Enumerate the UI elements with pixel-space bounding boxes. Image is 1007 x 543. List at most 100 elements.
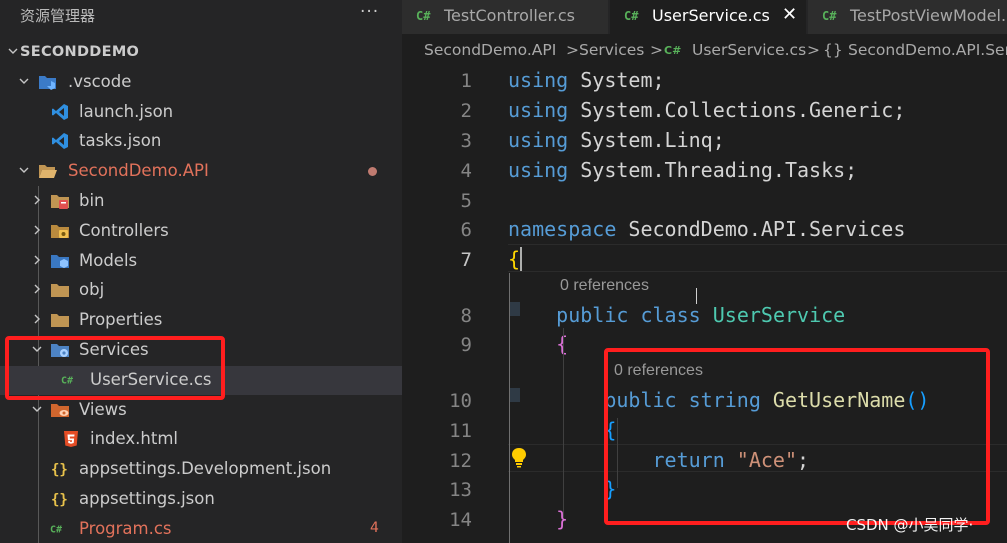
csharp-icon: C# [624, 9, 639, 23]
tree-item-label: .vscode [68, 71, 132, 91]
svg-text:{}: {} [51, 462, 68, 478]
code-token: public [556, 303, 629, 327]
code-token: System.Threading.Tasks; [568, 158, 858, 182]
tab-label: UserService.cs [652, 6, 770, 25]
text-cursor [520, 247, 522, 271]
line-number: 9 [460, 334, 472, 356]
breadcrumb-separator: > [807, 41, 820, 59]
tree-item-seconddemo-api[interactable]: SecondDemo.API [0, 157, 402, 186]
chevron-right-icon[interactable] [30, 312, 44, 326]
namespace-icon: {} [823, 41, 843, 59]
json-file-icon: {} [50, 490, 70, 508]
tree-item-launch-json[interactable]: launch.json [0, 98, 402, 127]
chevron-right-icon[interactable] [30, 282, 44, 296]
tree-item-label: Controllers [79, 220, 169, 240]
tree-item-properties[interactable]: Properties [0, 306, 402, 335]
line-number: 8 [460, 305, 472, 327]
tree-item-seconddemo[interactable]: SECONDDEMO [0, 38, 402, 67]
folder-bin-icon [50, 192, 70, 210]
code-token: using [508, 128, 569, 152]
tree-item-label: index.html [90, 429, 178, 449]
chevron-right-icon[interactable] [30, 253, 44, 267]
code-line: using System; [508, 68, 665, 92]
close-tab-icon[interactable]: ✕ [782, 4, 797, 25]
tree-item-program-cs[interactable]: C# Program.cs 4 [0, 515, 402, 543]
code-line: { [508, 247, 520, 271]
chevron-down-icon[interactable] [17, 74, 31, 88]
tree-item-label: tasks.json [79, 131, 162, 151]
code-line: } [508, 507, 568, 531]
vscode-file-icon [50, 103, 70, 121]
lightbulb-icon[interactable] [510, 446, 528, 468]
code-token: class [640, 303, 701, 327]
tree-item-label: Models [79, 250, 138, 270]
tree-item-label: SecondDemo.API [68, 161, 209, 181]
line-number: 5 [460, 190, 472, 212]
code-token: System.Collections.Generic; [568, 98, 906, 122]
line-number: 1 [460, 70, 472, 92]
highlight-box-method [604, 348, 990, 525]
folder-icon [50, 281, 70, 299]
tree-item-controllers[interactable]: Controllers [0, 217, 402, 246]
chevron-right-icon[interactable] [30, 193, 44, 207]
breadcrumb-folder[interactable]: Services [579, 41, 644, 59]
chevron-down-icon[interactable] [17, 163, 31, 177]
tree-item-label: bin [79, 191, 105, 210]
svg-text:C#: C# [50, 524, 62, 535]
tree-item-bin[interactable]: bin [0, 187, 402, 216]
tab-label: TestPostViewModel.cs [850, 6, 1007, 25]
tree-item-tasks-json[interactable]: tasks.json [0, 127, 402, 156]
tab-userservice[interactable]: C# UserService.cs ✕ [610, 0, 806, 34]
code-token: UserService [712, 303, 846, 327]
tree-item-appsettings-json[interactable]: {} appsettings.json [0, 485, 402, 514]
chevron-down-icon[interactable] [6, 44, 20, 58]
breadcrumb-namespace[interactable]: SecondDemo.API.Services [848, 41, 1007, 59]
mouse-ibeam-icon [696, 288, 697, 304]
code-token: using [508, 98, 569, 122]
code-token: namespace [508, 217, 617, 241]
code-line: using System.Linq; [508, 128, 725, 152]
code-token: System; [568, 68, 665, 92]
breadcrumb-separator: > [650, 41, 663, 59]
explorer-sidebar: 资源管理器 ··· SECONDDEMO .vscode launch.json ta… [0, 0, 402, 543]
current-line-highlight [508, 244, 1007, 272]
tree-item-vscode[interactable]: .vscode [0, 68, 402, 97]
tree-item-label: Properties [79, 310, 163, 330]
code-line: using System.Threading.Tasks; [508, 158, 857, 182]
tree-item-obj[interactable]: obj [0, 276, 402, 305]
tab-bar: C# TestController.cs C# UserService.cs ✕… [402, 0, 1007, 34]
breadcrumb-project[interactable]: SecondDemo.API [424, 41, 556, 59]
more-actions-icon[interactable]: ··· [360, 2, 379, 22]
tree-item-label: appsettings.json [79, 489, 215, 508]
tab-testcontroller[interactable]: C# TestController.cs [402, 0, 608, 34]
tree-item-label: obj [79, 280, 105, 300]
explorer-title: 资源管理器 [20, 7, 96, 25]
code-line: namespace SecondDemo.API.Services [508, 217, 905, 241]
chevron-down-icon[interactable] [30, 402, 44, 416]
vscode-file-icon [50, 132, 70, 150]
folder-open-icon [38, 162, 58, 180]
modified-dot-icon [368, 167, 377, 177]
csharp-icon: C# [822, 9, 837, 23]
line-number: 4 [460, 160, 472, 182]
breadcrumb: SecondDemo.API > Services > C# UserServi… [402, 38, 1007, 64]
tree-item-appsettings-development-json[interactable]: {} appsettings.Development.json [0, 455, 402, 484]
tree-item-models[interactable]: Models [0, 247, 402, 276]
breadcrumb-separator: > [566, 41, 579, 59]
tree-item-index-html[interactable]: index.html [0, 425, 402, 454]
codelens-references[interactable]: 0 references [560, 277, 649, 295]
breadcrumb-file[interactable]: UserService.cs [692, 41, 806, 59]
line-number: 11 [449, 420, 472, 442]
tree-item-label: Program.cs [79, 518, 172, 538]
chevron-right-icon[interactable] [30, 223, 44, 237]
tab-testpostviewmodel[interactable]: C# TestPostViewModel.cs [808, 0, 1007, 34]
folder-models-icon [50, 252, 70, 270]
problem-count-badge: 4 [370, 519, 379, 536]
line-number: 6 [460, 219, 472, 241]
tree-item-label: launch.json [79, 101, 174, 121]
indent-guide [563, 328, 564, 518]
svg-text:{}: {} [51, 492, 68, 508]
